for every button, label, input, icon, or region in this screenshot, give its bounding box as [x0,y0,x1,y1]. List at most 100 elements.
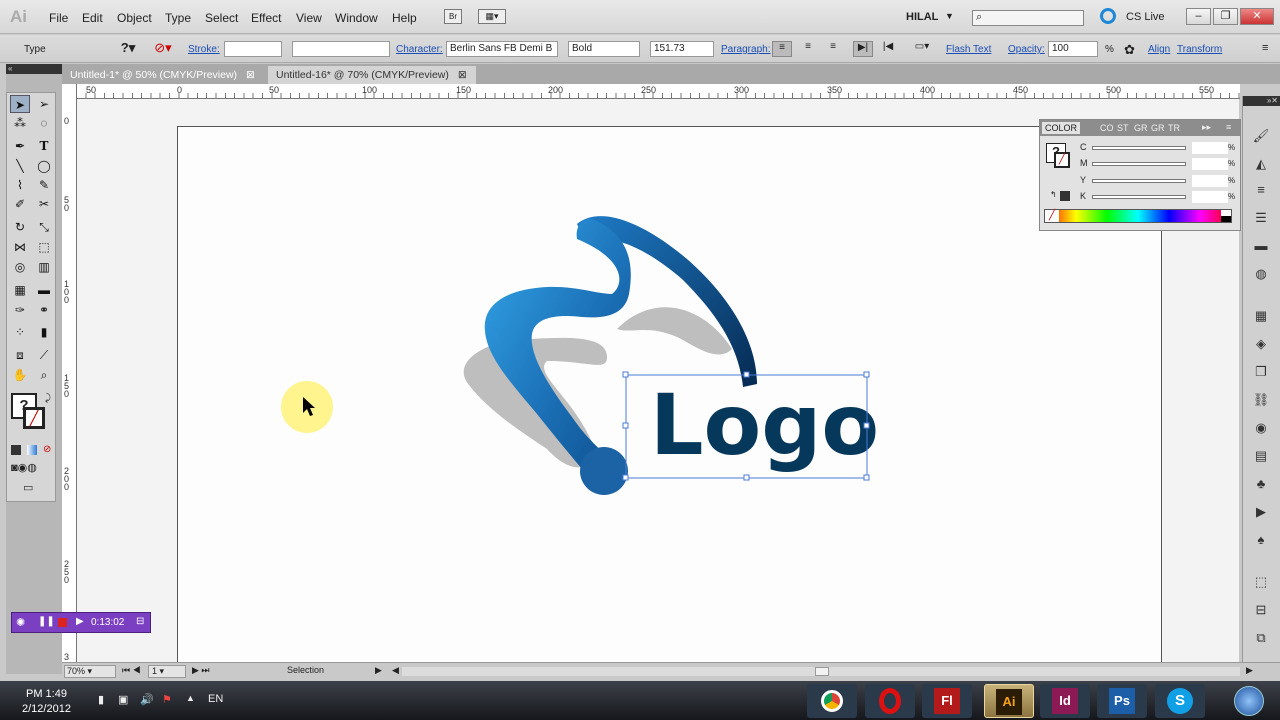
screen-mode-icon[interactable]: ▭ [23,481,43,495]
cs-live-menu[interactable]: CS Live [1126,11,1165,23]
magenta-input[interactable] [1192,158,1228,170]
stroke-panel-icon[interactable]: ☰ [1252,210,1270,226]
blend-tool-icon[interactable]: ⚭ [34,301,54,319]
stroke-color-icon[interactable]: ╱ [23,407,45,429]
illustrator-icon[interactable]: Ai [984,684,1034,718]
magic-wand-tool-icon[interactable]: ⁂ [10,114,30,132]
menu-select[interactable]: Select [205,11,238,25]
none-swatch-icon[interactable]: ╱ [1045,210,1059,222]
out-of-gamut-icon[interactable]: ↰ [1050,190,1057,199]
menu-file[interactable]: File [49,11,68,25]
perspective-grid-tool-icon[interactable]: ▥ [34,258,54,276]
black-swatch[interactable] [1221,216,1231,222]
symbol-sprayer-tool-icon[interactable]: ⁘ [10,323,30,341]
show-hidden-icons[interactable]: ▲ [186,693,195,703]
tab-gradient[interactable]: GR [1134,123,1148,133]
tab-color[interactable]: COLOR [1042,122,1081,134]
collapse-icon[interactable]: « [6,64,62,74]
menu-type[interactable]: Type [165,11,191,25]
none-mode-icon[interactable]: ⊘ [43,445,53,455]
stroke-swatch[interactable]: ⊘▾ [148,40,178,58]
scale-tool-icon[interactable]: ⤡ [34,218,54,236]
align-right-button[interactable]: ≡ [823,41,843,57]
draw-mode-icon[interactable]: ◙◉◍ [11,461,53,475]
black-input[interactable] [1192,191,1228,203]
line-tool-icon[interactable]: ╲ [10,157,30,175]
paintbrush-tool-icon[interactable]: ⌇ [10,176,30,194]
flash-icon[interactable]: Fl [922,684,972,718]
stroke-link[interactable]: Stroke: [188,44,220,55]
actions-icon[interactable]: ▶ [1252,504,1270,520]
menu-effect[interactable]: Effect [251,11,281,25]
rotate-tool-icon[interactable]: ↻ [10,218,30,236]
pen-tool-icon[interactable]: ✒ [10,137,30,155]
gradient-panel-icon[interactable]: ▬ [1252,238,1270,254]
selection-tool-icon[interactable]: ➤ [10,95,30,113]
direct-selection-tool-icon[interactable]: ➢ [34,95,54,113]
search-input[interactable]: ⌕ [972,10,1084,26]
network-icon[interactable]: ▮ [98,693,104,706]
ellipse-tool-icon[interactable]: ◯ [34,157,54,175]
menu-view[interactable]: View [296,11,322,25]
panel-stroke-icon[interactable]: ╱ [1054,152,1070,168]
close-icon[interactable]: ⊠ [246,69,255,81]
panel-menu-icon[interactable]: ≡ [1226,122,1231,132]
action-center-icon[interactable]: ⚑ [162,693,172,706]
yellow-input[interactable] [1192,175,1228,187]
blob-brush-tool-icon[interactable]: ✐ [10,195,30,213]
artboard-tool-icon[interactable]: ⧈ [10,346,30,364]
transparency-icon[interactable]: ◍ [1252,266,1270,282]
bridge-icon[interactable]: Br [444,9,462,24]
swap-colors-icon[interactable]: ⤸ [45,393,51,404]
collapse-icon[interactable]: »✕ [1243,96,1280,106]
artboards-icon[interactable]: ❐ [1252,364,1270,380]
transform-panel-icon[interactable]: ⬚ [1252,574,1270,590]
pencil-tool-icon[interactable]: ✎ [34,176,54,194]
font-size-input[interactable]: 151.73 [650,41,714,57]
style-dropdown[interactable] [292,41,390,57]
play-icon[interactable]: ▶ [76,616,84,627]
mesh-tool-icon[interactable]: ▦ [10,281,30,299]
yellow-slider[interactable] [1092,179,1186,183]
opera-icon[interactable] [865,684,915,718]
graphic-styles-icon[interactable]: ♣ [1252,476,1270,492]
align-left-button[interactable]: ≡ [772,41,792,57]
menu-window[interactable]: Window [335,11,378,25]
chevron-down-icon[interactable]: ▼ [945,11,954,21]
dynamic-text-button[interactable]: |◀ [878,41,898,57]
brushes-icon[interactable]: ▤ [1252,448,1270,464]
scroll-thumb[interactable] [815,667,829,676]
tab-untitled-16[interactable]: Untitled-16* @ 70% (CMYK/Preview) ⊠ [268,66,476,84]
free-transform-tool-icon[interactable]: ⬚ [34,238,54,256]
lasso-tool-icon[interactable]: ◌ [34,114,54,132]
control-menu-icon[interactable]: ≡ [1262,42,1268,54]
paragraph-link[interactable]: Paragraph: [721,44,770,55]
color-panel-icon[interactable]: 🖌 [1252,128,1270,144]
gradient-mode-icon[interactable] [27,445,37,455]
tab-untitled-1[interactable]: Untitled-1* @ 50% (CMYK/Preview) ⊠ [62,66,268,84]
devices-icon[interactable]: ▣ [118,693,128,706]
swatches-icon[interactable]: ≡ [1252,182,1270,198]
font-style-select[interactable]: Bold [568,41,640,57]
align-panel-icon[interactable]: ⊟ [1252,602,1270,618]
magenta-slider[interactable] [1092,162,1186,166]
menu-help[interactable]: Help [392,11,417,25]
tab-stroke[interactable]: ST [1117,123,1129,133]
font-family-select[interactable]: Berlin Sans FB Demi B [446,41,558,57]
scroll-right-icon[interactable]: ▶ [1246,665,1253,676]
navigator-icon[interactable]: ♠ [1252,532,1270,548]
layers-icon[interactable]: ◈ [1252,336,1270,352]
symbols-icon[interactable]: ◉ [1252,420,1270,436]
fill-swatch[interactable]: ?▾ [113,40,143,58]
color-spectrum-bar[interactable]: ╱ [1044,209,1232,223]
zoom-select[interactable]: 70% ▾ [64,665,116,678]
cyan-input[interactable] [1192,142,1228,154]
scissors-tool-icon[interactable]: ✂ [34,195,54,213]
tab-transparency[interactable]: TR [1168,123,1180,133]
last-page-icon[interactable]: ▶ ⏭ [192,665,210,676]
character-link[interactable]: Character: [396,44,443,55]
static-text-button[interactable]: ▶| [853,41,873,57]
clock[interactable]: PM 1:49 2/12/2012 [22,687,71,717]
width-tool-icon[interactable]: ⋈ [10,238,30,256]
type-tool-icon[interactable]: T [34,137,54,155]
